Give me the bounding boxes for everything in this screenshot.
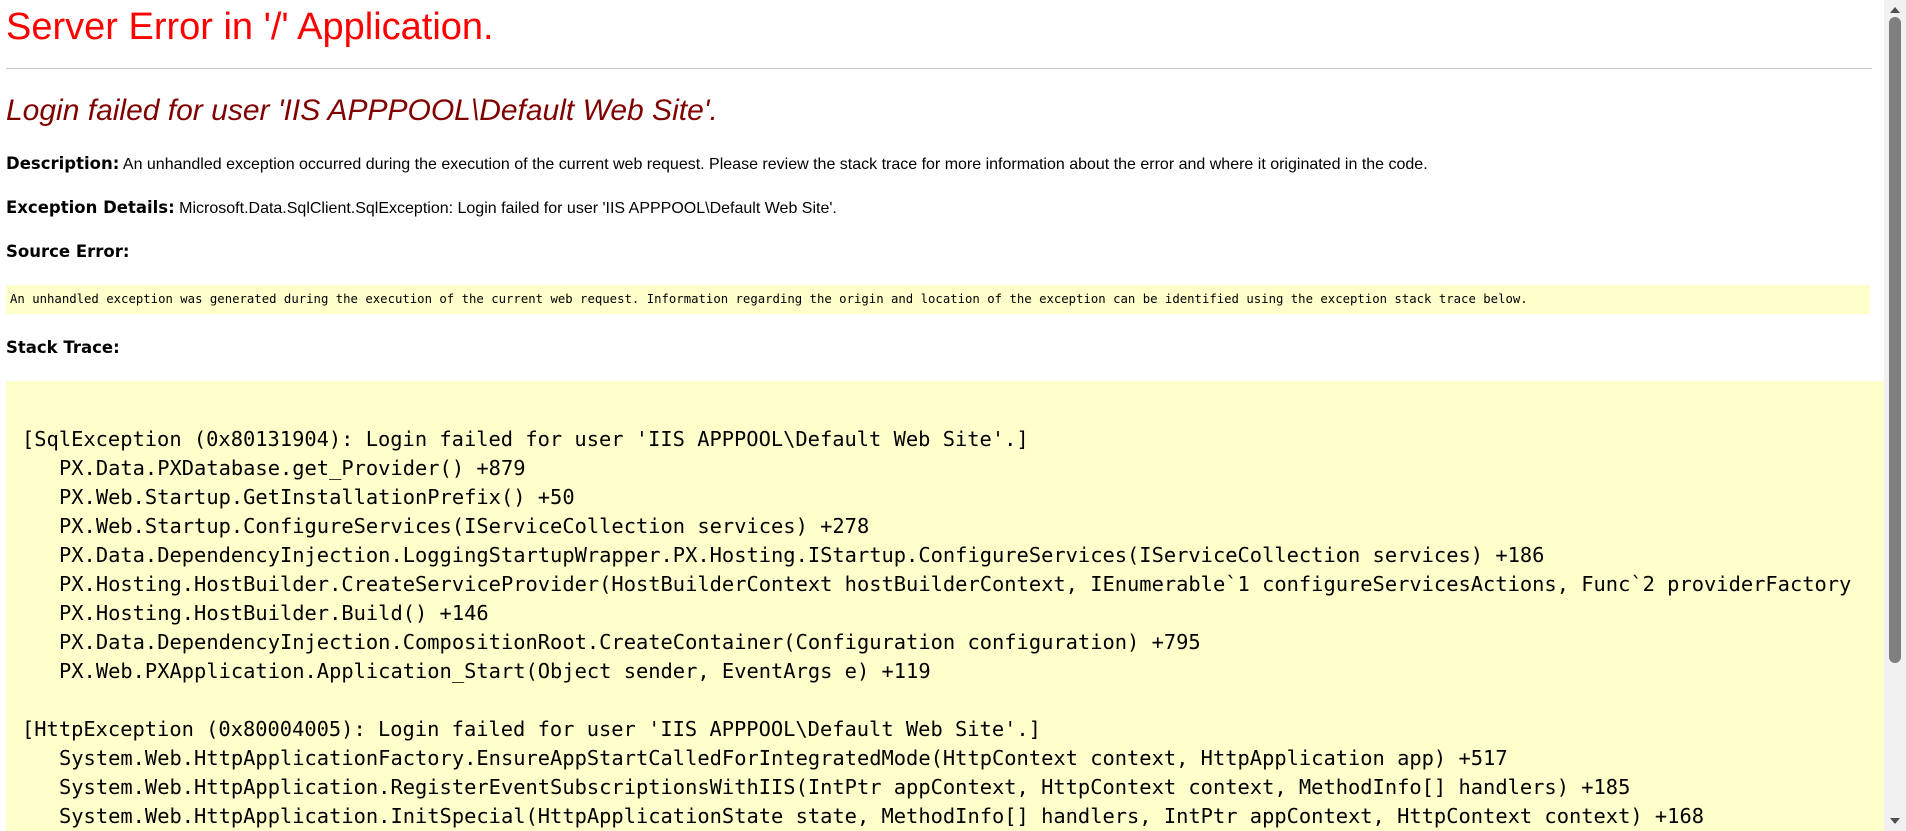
- title-divider: [6, 68, 1872, 69]
- stack-frame: PX.Web.Startup.ConfigureServices(IServic…: [59, 514, 870, 538]
- source-error-box: An unhandled exception was generated dur…: [6, 285, 1870, 314]
- stack-frame: System.Web.HttpApplication.RegisterEvent…: [59, 775, 1631, 799]
- stack-frame: PX.Data.DependencyInjection.LoggingStart…: [59, 543, 1545, 567]
- source-error-label: Source Error:: [6, 242, 130, 261]
- stack-trace-block: [HttpException (0x80004005): Login faile…: [22, 715, 1884, 831]
- exception-details-label: Exception Details:: [6, 198, 175, 217]
- stack-frame: PX.Data.PXDatabase.get_Provider() +879: [59, 456, 526, 480]
- error-message-heading: Login failed for user 'IIS APPPOOL\Defau…: [6, 94, 718, 127]
- stack-trace-label: Stack Trace:: [6, 338, 120, 357]
- scroll-down-arrow-icon[interactable]: [1890, 818, 1900, 824]
- exception-details-text: Microsoft.Data.SqlClient.SqlException: L…: [174, 200, 837, 217]
- exception-header: [HttpException (0x80004005): Login faile…: [22, 717, 1041, 741]
- exception-details-line: Exception Details: Microsoft.Data.SqlCli…: [6, 197, 837, 220]
- stack-frame: PX.Hosting.HostBuilder.Build() +146: [59, 601, 489, 625]
- stack-frame: PX.Data.DependencyInjection.CompositionR…: [59, 630, 1201, 654]
- exception-header: [SqlException (0x80131904): Login failed…: [22, 427, 1029, 451]
- source-error-text: An unhandled exception was generated dur…: [10, 292, 1528, 306]
- stack-frame: PX.Hosting.HostBuilder.CreateServiceProv…: [59, 572, 1852, 596]
- scrollbar-thumb[interactable]: [1889, 17, 1901, 663]
- description-label: Description:: [6, 154, 120, 173]
- description-line: Description: An unhandled exception occu…: [6, 153, 1428, 176]
- page-title: Server Error in '/' Application.: [6, 6, 494, 48]
- scroll-up-arrow-icon[interactable]: [1890, 7, 1900, 13]
- stack-frame: PX.Web.PXApplication.Application_Start(O…: [59, 659, 931, 683]
- vertical-scrollbar[interactable]: [1884, 0, 1906, 831]
- stack-frame: System.Web.HttpApplicationFactory.Ensure…: [59, 746, 1508, 770]
- error-page: Server Error in '/' Application. Login f…: [0, 0, 1884, 831]
- stack-frame: System.Web.HttpApplication.InitSpecial(H…: [59, 804, 1705, 828]
- stack-frame: PX.Web.Startup.GetInstallationPrefix() +…: [59, 485, 575, 509]
- stack-trace-block: [SqlException (0x80131904): Login failed…: [22, 425, 1884, 686]
- description-text: An unhandled exception occurred during t…: [119, 156, 1428, 173]
- stack-trace-box: [SqlException (0x80131904): Login failed…: [6, 381, 1884, 831]
